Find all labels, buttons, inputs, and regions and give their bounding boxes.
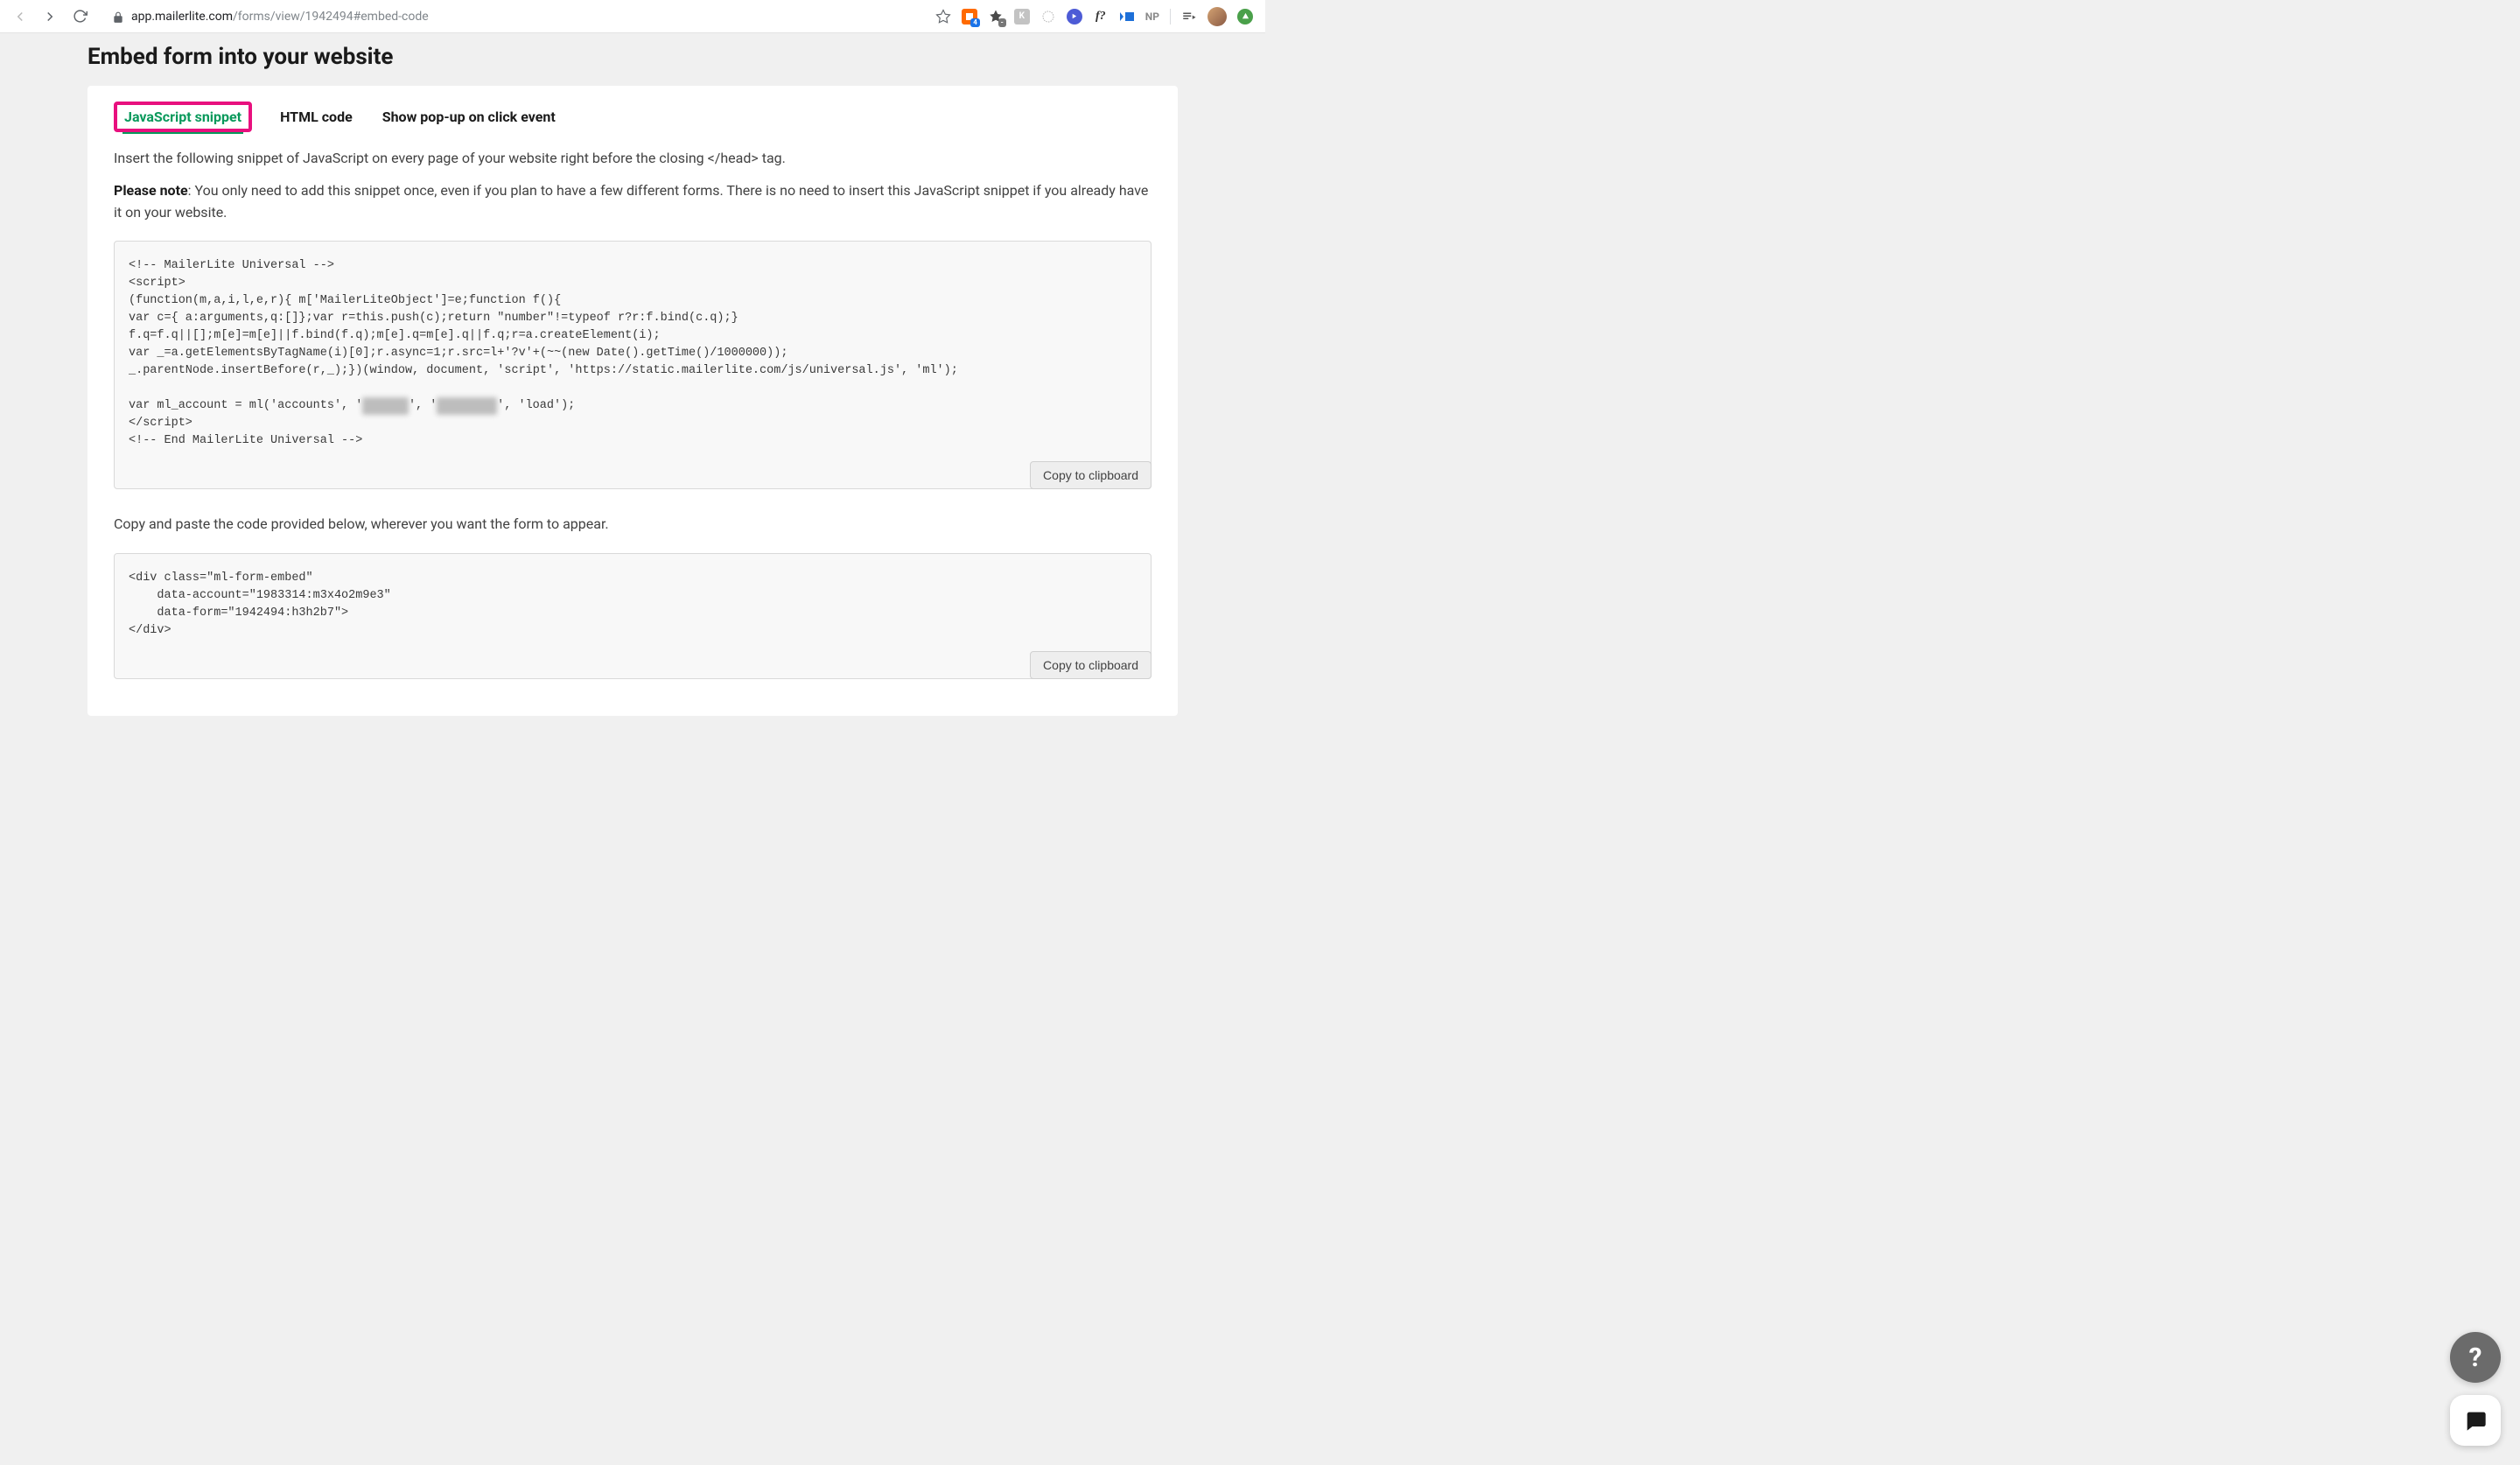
page-body: Embed form into your website JavaScript … <box>0 33 1265 760</box>
extension-icon-1[interactable]: 4 <box>962 9 977 25</box>
embed-card: JavaScript snippet HTML code Show pop-up… <box>88 86 1178 716</box>
tab-javascript-snippet[interactable]: JavaScript snippet <box>122 102 243 134</box>
extension-icon-last[interactable] <box>1237 9 1253 25</box>
extension-icon-6[interactable]: f? <box>1093 9 1109 25</box>
extension-badge-2: - <box>998 18 1006 27</box>
extension-icon-2[interactable]: - <box>988 9 1004 25</box>
tab-content: Insert the following snippet of JavaScri… <box>88 139 1178 679</box>
extension-icon-np[interactable]: NP <box>1145 9 1159 25</box>
forward-icon[interactable] <box>42 9 58 25</box>
extension-icon-5[interactable] <box>1067 9 1082 25</box>
note-label: Please note <box>114 182 188 199</box>
copy-button-2[interactable]: Copy to clipboard <box>1030 651 1152 679</box>
tab-popup-click[interactable]: Show pop-up on click event <box>381 102 557 132</box>
reload-icon[interactable] <box>72 9 88 25</box>
tab-html-code[interactable]: HTML code <box>278 102 354 132</box>
chat-button[interactable] <box>2450 1395 2501 1446</box>
tab-highlight: JavaScript snippet <box>114 102 252 132</box>
nav-arrows <box>7 9 93 25</box>
intro-note: Please note: You only need to add this s… <box>114 180 1152 224</box>
lock-icon <box>112 11 124 23</box>
fab-column: ? <box>2450 1332 2501 1446</box>
copy-button-1[interactable]: Copy to clipboard <box>1030 461 1152 489</box>
help-button[interactable]: ? <box>2450 1332 2501 1383</box>
url-path: /forms/view/1942494#embed-code <box>233 10 429 24</box>
code-box-embed: <div class="ml-form-embed" data-account=… <box>114 553 1152 679</box>
bookmark-star-icon[interactable] <box>935 9 951 25</box>
mid-paragraph: Copy and paste the code provided below, … <box>114 514 1152 536</box>
code-embed[interactable]: <div class="ml-form-embed" data-account=… <box>129 570 1137 640</box>
extension-icon-3[interactable]: K <box>1014 9 1030 25</box>
note-text: : You only need to add this snippet once… <box>114 182 1148 221</box>
intro-line1: Insert the following snippet of JavaScri… <box>114 148 1152 170</box>
back-icon[interactable] <box>12 9 28 25</box>
url-host: app.mailerlite.com <box>131 10 233 24</box>
extension-icon-4[interactable] <box>1040 9 1056 25</box>
avatar[interactable] <box>1208 7 1227 26</box>
browser-chrome: app.mailerlite.com/forms/view/1942494#em… <box>0 0 1265 33</box>
separator <box>1170 9 1171 25</box>
playlist-icon[interactable] <box>1181 9 1197 25</box>
url-text: app.mailerlite.com/forms/view/1942494#em… <box>131 10 429 24</box>
code-universal[interactable]: <!-- MailerLite Universal --> <script> (… <box>129 257 1137 450</box>
extension-icon-7[interactable] <box>1119 9 1135 25</box>
code-box-universal: <!-- MailerLite Universal --> <script> (… <box>114 241 1152 489</box>
tabs-row: JavaScript snippet HTML code Show pop-up… <box>88 86 1178 139</box>
url-bar[interactable]: app.mailerlite.com/forms/view/1942494#em… <box>103 10 925 24</box>
page-title: Embed form into your website <box>0 33 1265 86</box>
extension-badge: 4 <box>970 18 980 27</box>
chrome-actions: 4 - K f? NP <box>935 7 1258 26</box>
